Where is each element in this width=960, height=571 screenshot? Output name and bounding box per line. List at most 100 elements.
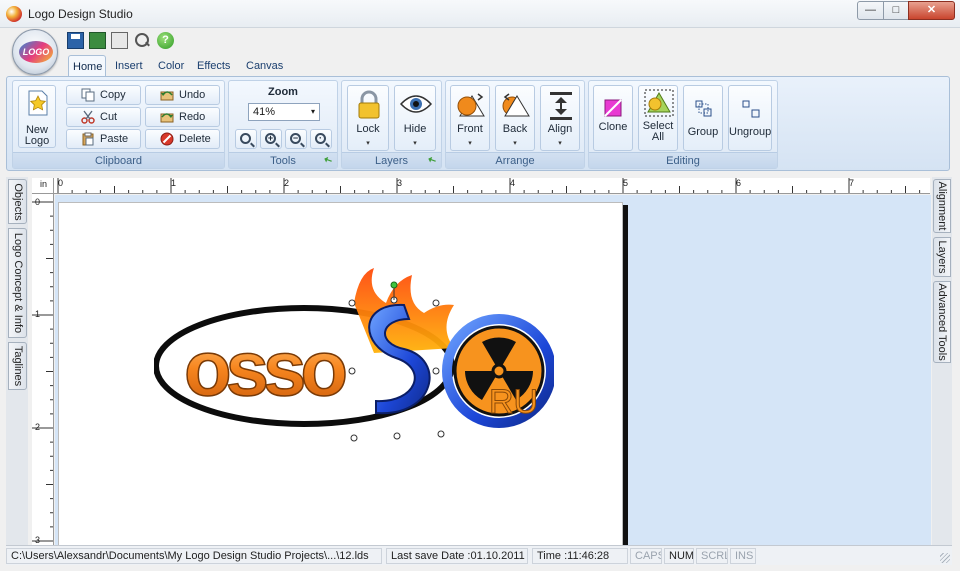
hide-dropdown-icon: ▾: [413, 140, 417, 147]
logo-main-text[interactable]: osso: [183, 323, 352, 413]
paste-button[interactable]: Paste: [66, 129, 141, 149]
redo-icon: [160, 113, 174, 123]
tab-logo-concept[interactable]: Logo Concept & Info: [8, 228, 27, 338]
horizontal-ruler[interactable]: 0 1 2 3 4 5 6 7: [54, 178, 930, 194]
align-icon: [550, 92, 572, 120]
delete-icon: [160, 132, 174, 146]
tab-home[interactable]: Home: [68, 55, 106, 77]
left-dock: Objects Logo Concept & Info Taglines: [6, 177, 28, 545]
print-icon[interactable]: [111, 32, 128, 49]
status-ins: INS: [730, 548, 756, 564]
logo-page[interactable]: osso RU: [58, 202, 623, 545]
new-logo-button[interactable]: New Logo: [18, 85, 56, 148]
tab-insert[interactable]: Insert: [111, 55, 147, 77]
print-preview-icon[interactable]: [134, 32, 151, 49]
zoom-actual-icon: ·: [315, 133, 326, 144]
front-button[interactable]: Front ▾: [450, 85, 490, 151]
tab-taglines[interactable]: Taglines: [8, 342, 27, 390]
zoom-out-button[interactable]: −: [285, 129, 307, 149]
ungroup-icon: [742, 100, 760, 118]
new-logo-icon: [28, 90, 48, 116]
magnifier-icon: [240, 133, 251, 144]
clipboard-group: New Logo Copy Cut Paste Undo Redo Delete…: [12, 80, 225, 169]
h-ruler-label-2: 2: [284, 178, 290, 188]
tools-dialog-launcher-icon[interactable]: [324, 155, 334, 165]
ungroup-button[interactable]: Ungroup: [728, 85, 772, 151]
tab-layers-label: Layers: [936, 240, 948, 274]
clone-button[interactable]: Clone: [593, 85, 633, 151]
zoom-out-icon: −: [290, 133, 301, 144]
hide-button[interactable]: Hide ▾: [394, 85, 436, 151]
h-ruler-label-6: 6: [736, 178, 742, 188]
status-caps: CAPS: [630, 548, 662, 564]
close-button[interactable]: ✕: [908, 1, 955, 20]
copy-label: Copy: [100, 89, 126, 101]
send-back-icon: [502, 93, 530, 117]
cut-button[interactable]: Cut: [66, 107, 141, 127]
copy-icon: [81, 88, 95, 102]
tab-taglines-label: Taglines: [11, 345, 24, 387]
redo-button[interactable]: Redo: [145, 107, 220, 127]
help-icon[interactable]: ?: [157, 32, 174, 49]
lock-dropdown-icon: ▾: [366, 140, 370, 147]
front-dropdown-icon: ▾: [468, 140, 472, 147]
tools-group-label: Tools: [229, 152, 337, 168]
tab-color[interactable]: Color: [154, 55, 188, 77]
align-button[interactable]: Align ▾: [540, 85, 580, 151]
v-ruler-label-0: 0: [35, 197, 41, 207]
minimize-button[interactable]: —: [857, 1, 884, 20]
lock-button[interactable]: Lock ▾: [347, 85, 389, 151]
zoom-in-button[interactable]: +: [260, 129, 282, 149]
application-menu-button[interactable]: LOGO: [12, 29, 58, 75]
lock-label: Lock: [356, 123, 380, 135]
zoom-actual-button[interactable]: ·: [310, 129, 332, 149]
group-label: Group: [687, 126, 719, 138]
maximize-button[interactable]: □: [883, 1, 909, 20]
chevron-down-icon: ▾: [310, 107, 315, 116]
undo-label: Undo: [179, 89, 206, 101]
logo-suffix-text[interactable]: RU: [489, 383, 539, 422]
select-all-button[interactable]: Select All: [638, 85, 678, 151]
tab-logo-concept-label: Logo Concept & Info: [11, 232, 24, 334]
ribbon: New Logo Copy Cut Paste Undo Redo Delete…: [6, 76, 950, 171]
select-all-label-2: All: [651, 131, 665, 143]
ruler-unit: in: [40, 179, 48, 189]
zoom-title: Zoom: [268, 86, 298, 98]
vertical-ruler[interactable]: 0 1 2 3: [32, 194, 54, 545]
logo-artwork[interactable]: osso RU: [154, 263, 554, 453]
delete-button[interactable]: Delete: [145, 129, 220, 149]
tab-canvas[interactable]: Canvas: [242, 55, 287, 77]
tools-group: Zoom 41% ▾ + − · Tools: [228, 80, 338, 169]
zoom-in-icon: +: [265, 133, 276, 144]
layers-dialog-launcher-icon[interactable]: [428, 155, 438, 165]
status-scrl: SCRL: [696, 548, 728, 564]
back-button[interactable]: Back ▾: [495, 85, 535, 151]
tab-effects[interactable]: Effects: [193, 55, 234, 77]
h-ruler-label-0: 0: [58, 178, 64, 188]
zoom-fit-button[interactable]: [235, 129, 257, 149]
save-as-icon[interactable]: [89, 32, 106, 49]
tab-advanced-tools[interactable]: Advanced Tools: [933, 281, 951, 363]
horizontal-ruler-ticks: [57, 178, 921, 193]
zoom-select[interactable]: 41% ▾: [248, 103, 320, 121]
layers-group: Lock ▾ Hide ▾ Layers: [341, 80, 442, 169]
hide-label: Hide: [403, 123, 427, 135]
h-ruler-label-5: 5: [623, 178, 629, 188]
undo-button[interactable]: Undo: [145, 85, 220, 105]
canvas-workspace[interactable]: osso RU: [55, 195, 931, 545]
save-icon[interactable]: [67, 32, 84, 49]
resize-grip-icon[interactable]: [940, 553, 950, 563]
tab-objects[interactable]: Objects: [8, 179, 27, 224]
clipboard-group-label: Clipboard: [13, 152, 224, 168]
cut-label: Cut: [100, 111, 118, 123]
back-label: Back: [502, 123, 528, 135]
select-all-icon: [644, 89, 674, 117]
tab-alignment[interactable]: Alignment: [933, 179, 951, 233]
group-icon: [695, 100, 712, 117]
tab-alignment-label: Alignment: [936, 181, 948, 231]
group-button[interactable]: Group: [683, 85, 723, 151]
copy-button[interactable]: Copy: [66, 85, 141, 105]
tab-layers[interactable]: Layers: [933, 237, 951, 277]
bring-front-icon: [457, 93, 485, 117]
radiation-center: [491, 363, 507, 379]
